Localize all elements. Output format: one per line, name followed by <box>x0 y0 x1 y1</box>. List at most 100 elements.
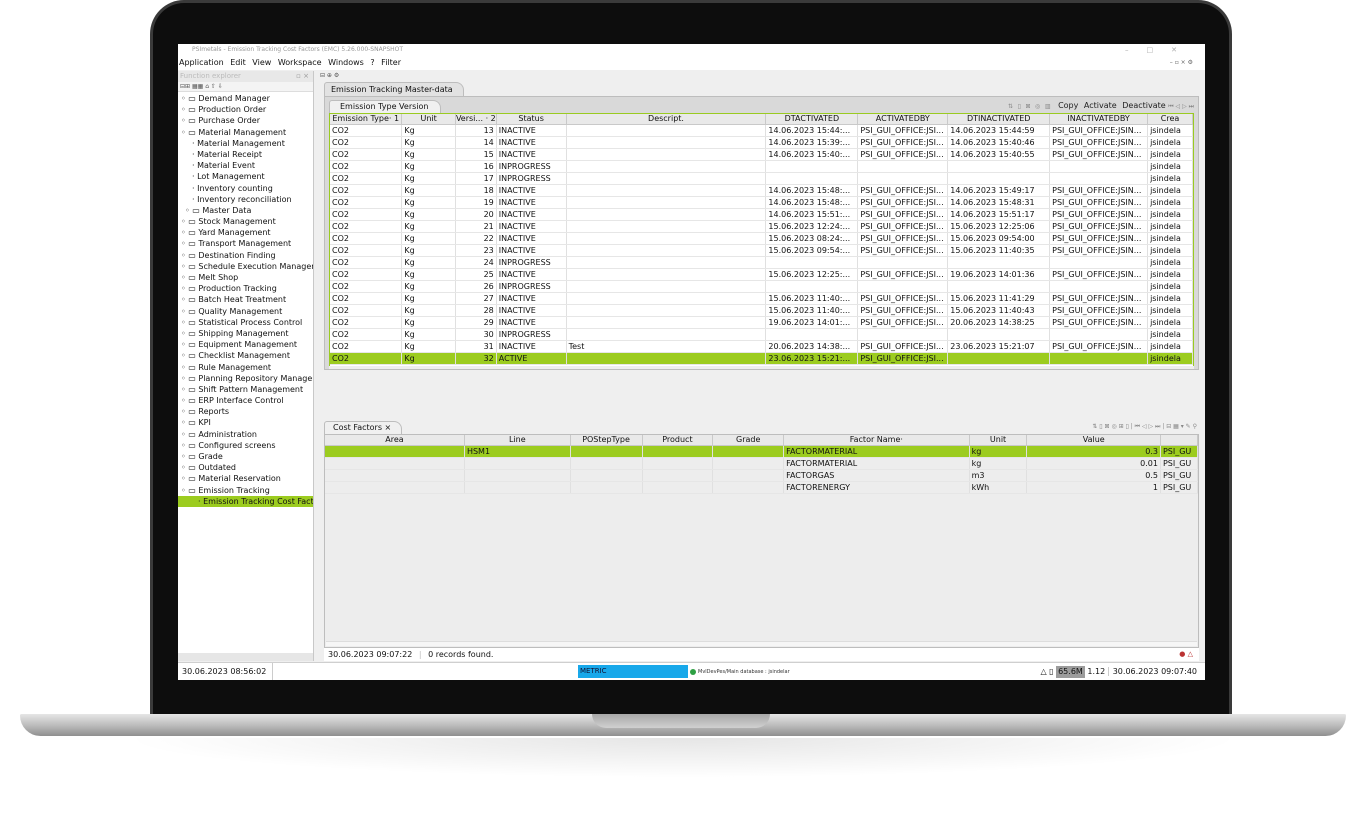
table-row[interactable]: CO2 Kg 21 INACTIVE 15.06.2023 12:24:... PSI_G… <box>330 220 1193 233</box>
menu-workspace[interactable]: Workspace <box>278 58 322 67</box>
sidebar-item[interactable]: ◦ ▭ Destination Finding <box>178 250 313 261</box>
table-row[interactable]: CO2 Kg 23 INACTIVE 15.06.2023 09:54:... PSI_G… <box>330 244 1193 257</box>
sidebar-item[interactable]: ◦ ▭ Administration <box>178 429 313 440</box>
columns-icon[interactable]: ▥ <box>1045 103 1051 110</box>
notification-icon[interactable]: ● △ <box>1179 648 1193 661</box>
column-header[interactable]: Descript. <box>566 114 767 125</box>
column-header[interactable]: Product <box>642 435 714 446</box>
export-icon[interactable]: ⊠ <box>1025 103 1030 110</box>
sidebar-item[interactable]: ◦ ▭ Configured screens <box>178 440 313 451</box>
column-header[interactable]: Unit <box>401 114 456 125</box>
explorer-controls[interactable]: ▫ × <box>296 71 309 82</box>
column-header[interactable]: ACTIVATEDBY <box>857 114 949 125</box>
version-grid-scrollbar[interactable] <box>329 366 1194 369</box>
sort-icon[interactable]: ⇅ <box>1008 103 1013 110</box>
sidebar-item[interactable]: ◦ ▭ Batch Heat Treatment <box>178 294 313 305</box>
table-row[interactable]: CO2 Kg 28 INACTIVE 15.06.2023 11:40:... PSI_G… <box>330 304 1193 317</box>
refresh-icon[interactable]: ◎ <box>1035 103 1040 110</box>
sidebar-item[interactable]: ◦ ▭ Statistical Process Control <box>178 317 313 328</box>
sidebar-item[interactable]: ◦ ▭ Equipment Management <box>178 339 313 350</box>
table-row[interactable]: CO2 Kg 26 INPROGRESS jsindela <box>330 280 1193 293</box>
menu-help[interactable]: ? <box>370 58 374 67</box>
sidebar-item[interactable]: · Material Management <box>178 138 313 149</box>
column-header[interactable]: Factor Name· <box>783 435 970 446</box>
sidebar-item[interactable]: · Inventory reconciliation <box>178 194 313 205</box>
column-header[interactable]: Area <box>325 435 465 446</box>
sidebar-item[interactable]: · Material Event <box>178 160 313 171</box>
table-row[interactable]: CO2 Kg 24 INPROGRESS jsindela <box>330 256 1193 269</box>
sidebar-item[interactable]: ◦ ▭ Stock Management <box>178 216 313 227</box>
cost-toolbar[interactable]: ⇅ ▯ ⊠ ◎ ⊞ ▯ | ⏮ ◁ ▷ ⏭ | ⊟ ▦ ▾ ✎ ⚲ <box>1092 421 1197 433</box>
sidebar-item[interactable]: ◦ ▭ Grade <box>178 451 313 462</box>
table-row[interactable]: CO2 Kg 20 INACTIVE 14.06.2023 15:51:... PSI_G… <box>330 208 1193 221</box>
menu-application[interactable]: Application <box>179 58 224 67</box>
sidebar-item[interactable]: ◦ ▭ Purchase Order <box>178 115 313 126</box>
column-header[interactable]: DTACTIVATED <box>765 114 859 125</box>
sidebar-item[interactable]: · Emission Tracking Cost Factors <box>178 495 313 507</box>
table-row[interactable]: CO2 Kg 19 INACTIVE 14.06.2023 15:48:... PSI_G… <box>330 196 1193 209</box>
sidebar-item[interactable]: ◦ ▭ ERP Interface Control <box>178 395 313 406</box>
column-header[interactable]: Status <box>496 114 567 125</box>
sidebar-item[interactable]: ◦ ▭ Emission Tracking <box>178 485 313 496</box>
menu-edit[interactable]: Edit <box>230 58 246 67</box>
column-header[interactable]: Value <box>1026 435 1161 446</box>
sidebar-item[interactable]: · Inventory counting <box>178 183 313 194</box>
explorer-scrollbar[interactable] <box>178 653 313 661</box>
table-row[interactable]: CO2 Kg 27 INACTIVE 15.06.2023 11:40:... PSI_G… <box>330 292 1193 305</box>
menu-window-controls[interactable]: – ▫ × ⚙ <box>1170 56 1193 70</box>
table-row[interactable]: CO2 Kg 17 INPROGRESS jsindela <box>330 172 1193 185</box>
column-header[interactable]: Crea <box>1147 114 1193 125</box>
explorer-toolbar[interactable]: ⊟⊞ ▦▦ ⌂ ⇧ ⇩ <box>178 82 313 92</box>
table-row[interactable]: CO2 Kg 30 INPROGRESS jsindela <box>330 328 1193 341</box>
table-row[interactable]: FACTORMATERIAL kg 0.01 PSI_GU <box>325 457 1198 470</box>
memory-used[interactable]: 65.6M <box>1056 666 1085 678</box>
sidebar-item[interactable]: ◦ ▭ Schedule Execution Management <box>178 261 313 272</box>
filter-icon[interactable]: ▯ <box>1018 103 1021 110</box>
trash-icon[interactable]: ▯ <box>1049 667 1053 676</box>
sidebar-item[interactable]: ◦ ▭ Yard Management <box>178 227 313 238</box>
menu-filter[interactable]: Filter <box>381 58 401 67</box>
cost-grid-scrollbar[interactable] <box>326 641 1197 646</box>
table-row[interactable]: CO2 Kg 18 INACTIVE 14.06.2023 15:48:... PSI_G… <box>330 184 1193 197</box>
sidebar-item[interactable]: ◦ ▭ Shift Pattern Management <box>178 384 313 395</box>
window-controls[interactable]: –□✕ <box>1125 44 1195 56</box>
sidebar-item[interactable]: ◦ ▭ Outdated <box>178 462 313 473</box>
sidebar-item[interactable]: ◦ ▭ Planning Repository Management <box>178 373 313 384</box>
menu-windows[interactable]: Windows <box>328 58 364 67</box>
column-header[interactable]: POStepType <box>570 435 643 446</box>
tab-cost-factors[interactable]: Cost Factors × <box>324 421 403 434</box>
column-header[interactable]: Emission Type· 1 <box>330 114 403 125</box>
copy-button[interactable]: Copy <box>1058 101 1078 110</box>
sidebar-item[interactable]: ◦ ▭ Checklist Management <box>178 350 313 361</box>
sidebar-item[interactable]: ◦ ▭ Rule Management <box>178 362 313 373</box>
sidebar-item[interactable]: · Material Receipt <box>178 149 313 160</box>
deactivate-button[interactable]: Deactivate <box>1122 101 1165 110</box>
main-toolbar[interactable]: ⊟ ⊕ ⚙ <box>318 71 1203 81</box>
pager-icon[interactable]: ⏮ ◁ ▷ ⏭ <box>1168 103 1194 110</box>
sidebar-item[interactable]: ◦ ▭ Production Tracking <box>178 283 313 294</box>
sidebar-item[interactable]: ◦ ▭ Shipping Management <box>178 328 313 339</box>
unit-system-badge[interactable]: METRIC <box>578 665 688 678</box>
sidebar-item[interactable]: ◦ ▭ Quality Management <box>178 306 313 317</box>
table-row[interactable]: CO2 Kg 13 INACTIVE 14.06.2023 15:44:... PSI_G… <box>330 124 1193 137</box>
table-row[interactable]: FACTORGAS m3 0.5 PSI_GU <box>325 469 1198 482</box>
table-row[interactable]: CO2 Kg 14 INACTIVE 14.06.2023 15:39:... PSI_G… <box>330 136 1193 149</box>
column-header[interactable] <box>1160 435 1198 446</box>
table-row[interactable]: CO2 Kg 31 INACTIVE Test 20.06.2023 14:38:... P… <box>330 340 1193 353</box>
table-row[interactable]: CO2 Kg 15 INACTIVE 14.06.2023 15:40:... PSI_G… <box>330 148 1193 161</box>
column-header[interactable]: INACTIVATEDBY <box>1049 114 1149 125</box>
menu-view[interactable]: View <box>252 58 271 67</box>
table-row[interactable]: CO2 Kg 16 INPROGRESS jsindela <box>330 160 1193 173</box>
sidebar-item[interactable]: ◦ ▭ KPI <box>178 417 313 428</box>
column-header[interactable]: Versi... · 2 <box>455 114 497 125</box>
close-icon[interactable]: × <box>385 423 392 432</box>
table-row[interactable]: CO2 Kg 29 INACTIVE 19.06.2023 14:01:... PSI_G… <box>330 316 1193 329</box>
tab-emission-type-version[interactable]: Emission Type Version <box>329 100 442 113</box>
sidebar-item[interactable]: ◦ ▭ Demand Manager <box>178 93 313 104</box>
sidebar-item[interactable]: · Lot Management <box>178 171 313 182</box>
column-header[interactable]: Grade <box>712 435 785 446</box>
sidebar-item[interactable]: ◦ ▭ Reports <box>178 406 313 417</box>
column-header[interactable]: Unit <box>969 435 1028 446</box>
sidebar-item[interactable]: ◦ ▭ Production Order <box>178 104 313 115</box>
table-row[interactable]: CO2 Kg 25 INACTIVE 15.06.2023 12:25:... PSI_G… <box>330 268 1193 281</box>
